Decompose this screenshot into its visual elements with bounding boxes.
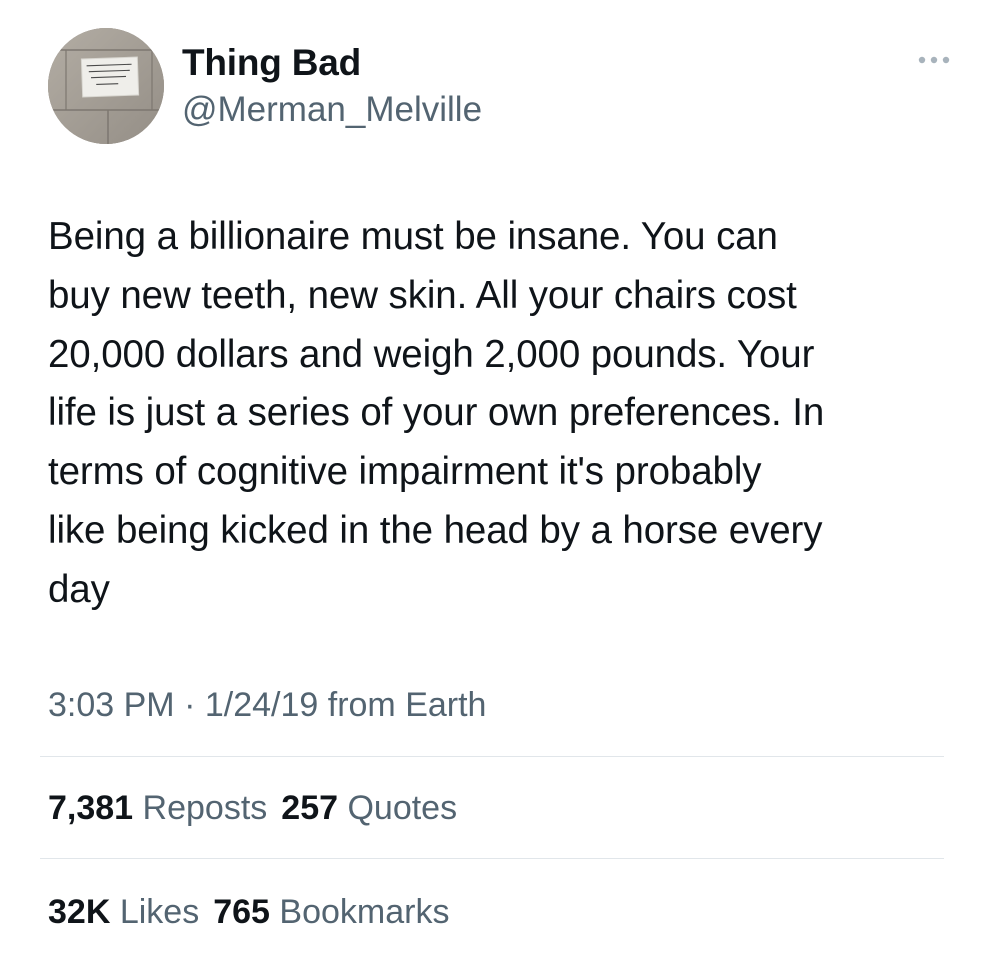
quotes-label: Quotes xyxy=(347,789,458,827)
more-horizontal-icon xyxy=(918,56,950,64)
avatar-photo-icon xyxy=(48,28,164,144)
tweet-text: Being a billionaire must be insane. You … xyxy=(48,215,825,611)
author-names: Thing Bad @Merman_Melville xyxy=(182,42,482,132)
tweet-header: Thing Bad @Merman_Melville xyxy=(48,28,958,148)
handle[interactable]: @Merman_Melville xyxy=(182,88,482,132)
likes-label: Likes xyxy=(119,893,200,931)
reposts-label: Reposts xyxy=(142,789,268,827)
tweet-date[interactable]: 1/24/19 xyxy=(205,686,318,724)
stats-row-likes-bookmarks: 32K Likes 765 Bookmarks xyxy=(48,890,463,934)
divider xyxy=(40,756,944,757)
avatar[interactable] xyxy=(48,28,164,144)
tweet-detail: Thing Bad @Merman_Melville Being a billi… xyxy=(0,0,1000,955)
bookmarks-count: 765 xyxy=(213,893,270,931)
likes-stat[interactable]: 32K Likes xyxy=(48,890,199,934)
stats-row-reposts-quotes: 7,381 Reposts 257 Quotes xyxy=(48,786,471,830)
likes-count: 32K xyxy=(48,893,111,931)
more-options-button[interactable] xyxy=(914,50,954,70)
bookmarks-stat[interactable]: 765 Bookmarks xyxy=(213,890,449,934)
quotes-stat[interactable]: 257 Quotes xyxy=(281,786,457,830)
reposts-stat[interactable]: 7,381 Reposts xyxy=(48,786,267,830)
bookmarks-label: Bookmarks xyxy=(279,893,450,931)
divider xyxy=(40,858,944,859)
tweet-source: from Earth xyxy=(327,686,487,724)
tweet-time[interactable]: 3:03 PM xyxy=(48,686,175,724)
tweet-metadata: 3:03 PM · 1/24/19 from Earth xyxy=(48,683,486,727)
meta-separator: · xyxy=(174,686,205,724)
reposts-count: 7,381 xyxy=(48,789,134,827)
display-name[interactable]: Thing Bad xyxy=(182,42,482,84)
quotes-count: 257 xyxy=(281,789,339,827)
